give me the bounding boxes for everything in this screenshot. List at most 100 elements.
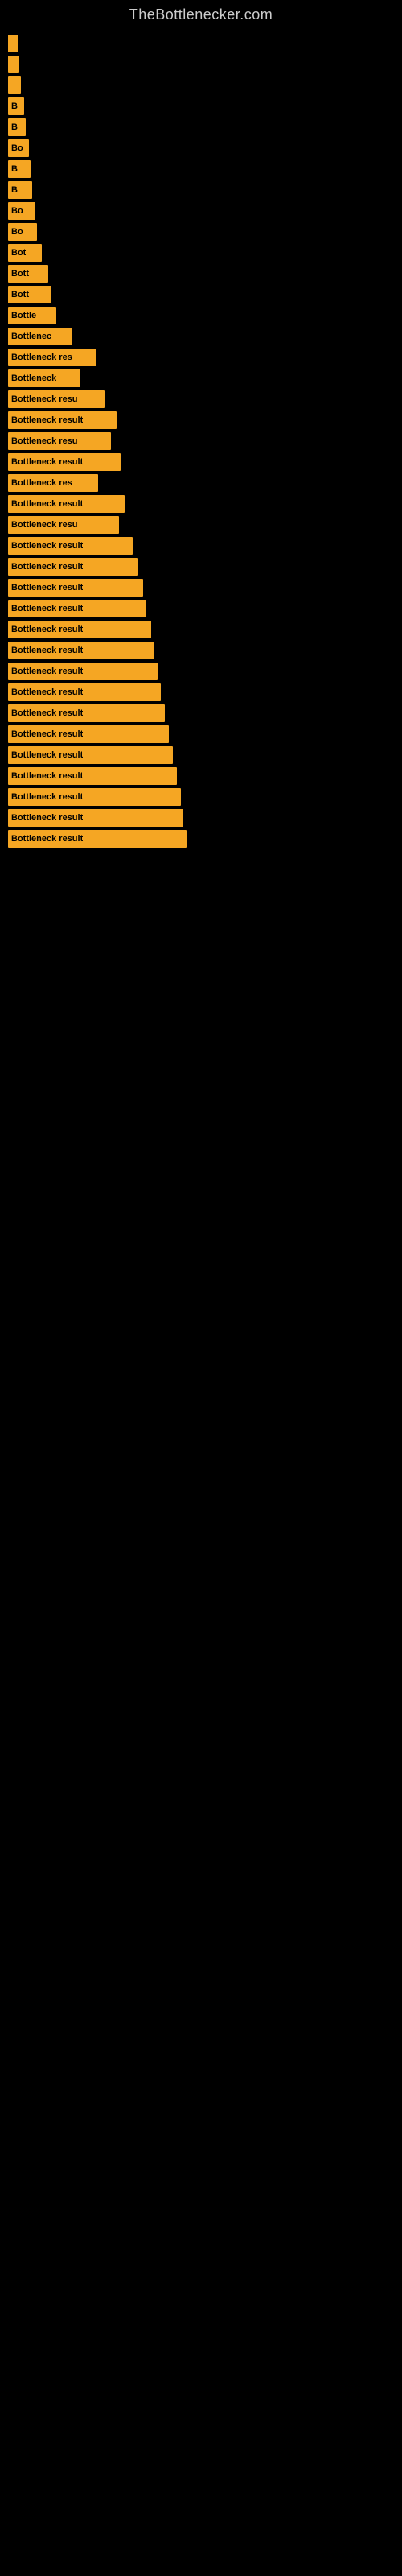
bar: Bottlenec bbox=[8, 328, 72, 345]
bar-label: Bot bbox=[11, 248, 26, 258]
bar-row: Bottleneck result bbox=[8, 537, 394, 555]
bar-label: B bbox=[11, 122, 18, 132]
bar-label: Bottleneck result bbox=[11, 541, 83, 551]
bar-row: Bottleneck resu bbox=[8, 516, 394, 534]
bar: Bottleneck result bbox=[8, 558, 138, 576]
bar-label: Bottleneck result bbox=[11, 687, 83, 697]
bar: Bottleneck result bbox=[8, 600, 146, 617]
bar-label: Bottleneck result bbox=[11, 813, 83, 823]
bar-row: Bottleneck res bbox=[8, 474, 394, 492]
bar-label: Bottleneck result bbox=[11, 562, 83, 572]
bar-row: Bottleneck result bbox=[8, 788, 394, 806]
bar-label: B bbox=[11, 164, 18, 174]
bar: Bottleneck result bbox=[8, 663, 158, 680]
bar-label: Bo bbox=[11, 206, 23, 216]
bar-label: Bottleneck result bbox=[11, 834, 83, 844]
bar-label: Bottleneck result bbox=[11, 729, 83, 739]
bar: Bottleneck result bbox=[8, 809, 183, 827]
bar-row: B bbox=[8, 97, 394, 115]
bar: Bottleneck res bbox=[8, 349, 96, 366]
bar-row: Bot bbox=[8, 244, 394, 262]
bar-label: Bottle bbox=[11, 311, 36, 320]
bar-label: Bottleneck result bbox=[11, 583, 83, 592]
bar: Bott bbox=[8, 286, 51, 303]
bar: Bottleneck result bbox=[8, 704, 165, 722]
bar-row: Bo bbox=[8, 139, 394, 157]
bar: Bottleneck result bbox=[8, 495, 125, 513]
bar: Bottleneck result bbox=[8, 411, 117, 429]
bar-row: Bottleneck result bbox=[8, 746, 394, 764]
bar: Bottleneck result bbox=[8, 830, 187, 848]
bar: Bottleneck bbox=[8, 369, 80, 387]
bar-label: Bo bbox=[11, 227, 23, 237]
bar bbox=[8, 76, 21, 94]
bar: Bottleneck result bbox=[8, 725, 169, 743]
bar bbox=[8, 35, 18, 52]
bar bbox=[8, 56, 19, 73]
bar-row: Bott bbox=[8, 265, 394, 283]
bar-label: Bottleneck result bbox=[11, 771, 83, 781]
bar-row bbox=[8, 35, 394, 52]
bar-label: Bottleneck resu bbox=[11, 520, 78, 530]
bar: Bottle bbox=[8, 307, 56, 324]
bar-row: Bottleneck result bbox=[8, 809, 394, 827]
bar-label: Bo bbox=[11, 143, 23, 153]
bar-row: Bottleneck result bbox=[8, 579, 394, 597]
bar-row: Bottleneck result bbox=[8, 453, 394, 471]
bar-label: Bottleneck result bbox=[11, 457, 83, 467]
bar-label: Bottleneck result bbox=[11, 750, 83, 760]
bar-row: B bbox=[8, 118, 394, 136]
bar: Bottleneck result bbox=[8, 453, 121, 471]
bar-label: B bbox=[11, 101, 18, 111]
bar-label: Bottleneck resu bbox=[11, 394, 78, 404]
bar-row: Bottlenec bbox=[8, 328, 394, 345]
bar: B bbox=[8, 97, 24, 115]
bar: Bottleneck res bbox=[8, 474, 98, 492]
bar: Bo bbox=[8, 223, 37, 241]
bar: B bbox=[8, 181, 32, 199]
bar: Bo bbox=[8, 202, 35, 220]
bar-row: Bo bbox=[8, 223, 394, 241]
bar: Bottleneck result bbox=[8, 537, 133, 555]
bar-label: Bottleneck result bbox=[11, 625, 83, 634]
bar-label: Bottleneck result bbox=[11, 415, 83, 425]
bar-row: Bottleneck result bbox=[8, 495, 394, 513]
bar-label: Bottleneck res bbox=[11, 478, 72, 488]
bar: B bbox=[8, 160, 31, 178]
bar-row: Bottleneck resu bbox=[8, 390, 394, 408]
bar: Bottleneck resu bbox=[8, 516, 119, 534]
bar-row: Bottleneck resu bbox=[8, 432, 394, 450]
bars-container: B B Bo B B Bo Bo Bot Bott Bott Bottle Bottlenec Bott… bbox=[0, 27, 402, 859]
bar: Bottleneck result bbox=[8, 642, 154, 659]
bar: Bottleneck result bbox=[8, 579, 143, 597]
bar-row: Bottleneck result bbox=[8, 663, 394, 680]
bar: Bottleneck result bbox=[8, 621, 151, 638]
bar-label: Bottleneck resu bbox=[11, 436, 78, 446]
bar-label: B bbox=[11, 185, 18, 195]
bar-row: Bottleneck result bbox=[8, 725, 394, 743]
bar-label: Bottlenec bbox=[11, 332, 51, 341]
bar-row: Bottleneck result bbox=[8, 642, 394, 659]
bar-row: Bottleneck result bbox=[8, 767, 394, 785]
bar-row bbox=[8, 56, 394, 73]
bar: Bottleneck result bbox=[8, 788, 181, 806]
bar-label: Bott bbox=[11, 290, 29, 299]
bar-row: Bottleneck result bbox=[8, 704, 394, 722]
site-title: TheBottlenecker.com bbox=[0, 0, 402, 27]
bar-row bbox=[8, 76, 394, 94]
bar-row: Bottleneck result bbox=[8, 621, 394, 638]
bar-row: Bottleneck result bbox=[8, 558, 394, 576]
bar-label: Bottleneck result bbox=[11, 604, 83, 613]
bar-row: Bottleneck res bbox=[8, 349, 394, 366]
bar: B bbox=[8, 118, 26, 136]
bar-row: B bbox=[8, 160, 394, 178]
bar-row: Bottleneck result bbox=[8, 411, 394, 429]
bar-label: Bottleneck result bbox=[11, 792, 83, 802]
bar-label: Bottleneck result bbox=[11, 499, 83, 509]
bar: Bot bbox=[8, 244, 42, 262]
bar: Bo bbox=[8, 139, 29, 157]
bar-row: Bottleneck bbox=[8, 369, 394, 387]
bar-row: Bottleneck result bbox=[8, 683, 394, 701]
bar-label: Bottleneck result bbox=[11, 667, 83, 676]
bar: Bottleneck result bbox=[8, 746, 173, 764]
